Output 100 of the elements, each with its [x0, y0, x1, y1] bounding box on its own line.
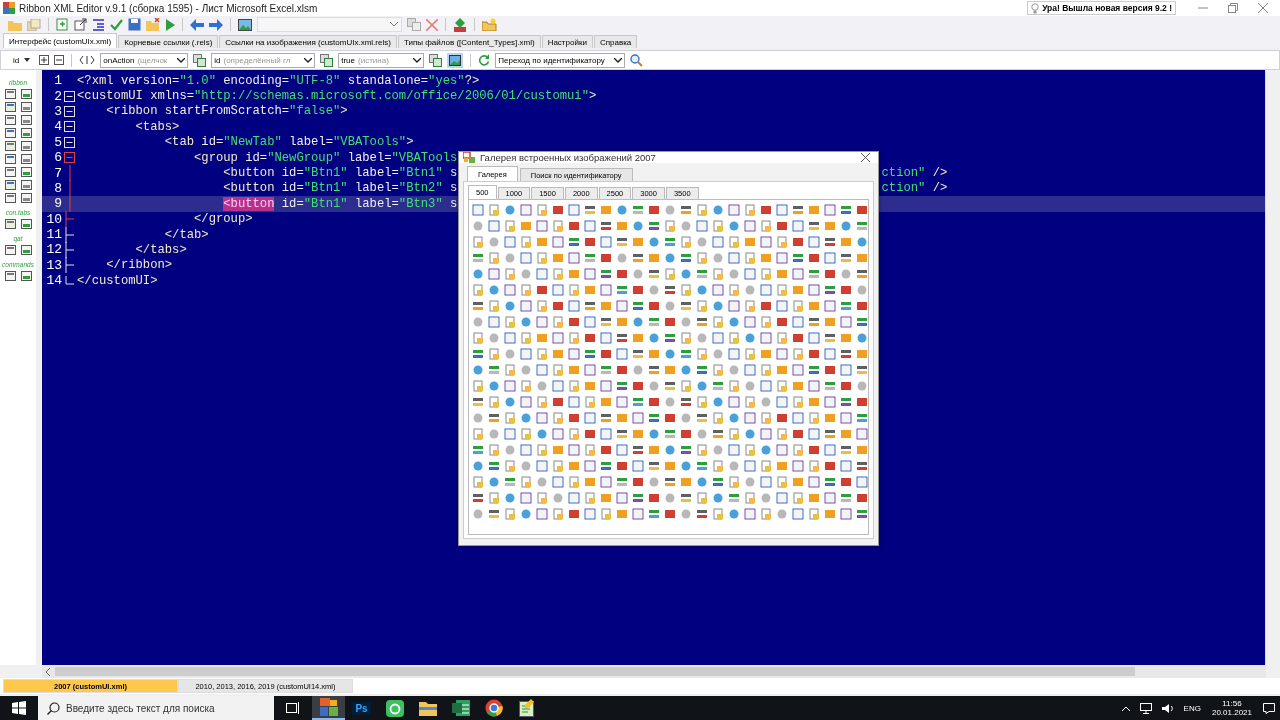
code-line: </tabs> — [134, 243, 187, 257]
spreadsheet-icon — [451, 699, 470, 717]
code-line: </ribbon> — [105, 258, 173, 273]
tab[interactable]: Справка — [593, 35, 638, 48]
back-arrow-icon[interactable] — [190, 18, 204, 31]
element-icon[interactable] — [20, 193, 32, 203]
task-view-icon[interactable] — [286, 701, 300, 715]
notification-icon[interactable] — [1263, 702, 1275, 714]
element-icon[interactable] — [4, 180, 16, 190]
element-icon[interactable] — [4, 219, 16, 229]
windows-start-icon[interactable] — [12, 701, 26, 715]
icon-gallery-drawing[interactable] — [470, 202, 870, 522]
language-indicator[interactable]: ENG — [1183, 703, 1201, 713]
new-file-icon[interactable] — [56, 18, 69, 31]
element-icon[interactable] — [4, 245, 16, 255]
element-icon[interactable] — [20, 154, 32, 164]
close-icon[interactable] — [1258, 3, 1268, 13]
indent-icon[interactable] — [92, 18, 105, 31]
play-icon[interactable] — [165, 18, 175, 31]
speaker-icon[interactable] — [1161, 702, 1174, 714]
element-icon[interactable] — [4, 89, 16, 99]
code-line: ction" /> — [881, 181, 948, 196]
element-icon[interactable] — [20, 141, 32, 151]
taskbar-app[interactable]: Ps — [345, 696, 378, 720]
element-icon[interactable] — [4, 141, 16, 151]
folder-close-icon[interactable] — [146, 18, 160, 31]
scrollbar-thumb[interactable] — [55, 667, 1135, 676]
element-icon[interactable] — [20, 180, 32, 190]
line-number: 11 — [45, 227, 62, 243]
navigation-dropdown[interactable]: Переход по идентификатору — [495, 52, 626, 68]
code-line: <button id="Btn1" label="Btn1" s — [222, 166, 458, 181]
element-icon[interactable] — [4, 167, 16, 177]
mode-dropdown[interactable]: id — [9, 55, 35, 65]
element-icon[interactable] — [4, 115, 16, 125]
element-icon[interactable] — [20, 167, 32, 177]
code-line: <tabs> — [134, 119, 180, 134]
expand-icon[interactable] — [39, 55, 50, 65]
insert-icon[interactable] — [429, 53, 443, 67]
collapse-icon[interactable] — [54, 55, 65, 65]
picture-toggle-icon[interactable] — [447, 52, 464, 68]
element-icon[interactable] — [4, 102, 16, 112]
app-logo: Ps — [352, 701, 371, 715]
insert-icon[interactable] — [193, 53, 207, 67]
clock-time[interactable]: 11:56 — [1222, 699, 1242, 708]
search-field[interactable]: Введите здесь текст для поиска — [38, 696, 274, 720]
line-number: 12 — [45, 242, 62, 258]
line-number: 5 — [53, 134, 62, 150]
tab[interactable]: Интерфейс (customUIx.xml) — [3, 33, 118, 48]
attribute-dropdown[interactable]: onAction (щелчок — [100, 52, 189, 68]
tab[interactable]: Типы файлов ([Content_Types].xml) — [397, 35, 541, 48]
tab[interactable]: Корневые ссылки (.rels) — [118, 35, 219, 48]
image-icon[interactable] — [238, 18, 252, 31]
element-icon[interactable] — [20, 219, 32, 229]
code-line: </customUI> — [77, 273, 158, 288]
code-line: <ribbon startFromScratch="false"> — [105, 104, 348, 119]
save-icon[interactable] — [128, 18, 141, 31]
update-notice[interactable]: Ура! Вышла новая версия 9.2 ! — [1027, 1, 1176, 15]
vba-icon[interactable] — [453, 17, 467, 32]
code-line: <button id="Btn1" label="Btn3" s — [222, 196, 458, 211]
fold-toggle-icon[interactable] — [64, 152, 75, 164]
chevron-up-icon[interactable] — [1121, 705, 1130, 711]
element-icon[interactable] — [4, 128, 16, 138]
element-icon[interactable] — [20, 128, 32, 138]
maximize-icon[interactable] — [1228, 3, 1238, 13]
code-tag-icon[interactable] — [79, 55, 96, 65]
network-icon[interactable] — [1139, 702, 1152, 714]
folder-icon — [418, 700, 437, 716]
insert-icon[interactable] — [320, 53, 334, 67]
tab[interactable]: Ссылки на изображения (customUIx.xml.rels) — [219, 35, 397, 48]
element-icon[interactable] — [20, 89, 32, 99]
code-line: <button id="Btn1" label="Btn2" s — [222, 181, 458, 196]
line-number: 14 — [45, 273, 62, 289]
clock-date[interactable]: 20.01.2021 — [1211, 708, 1252, 717]
scroll-left-icon[interactable] — [46, 667, 51, 676]
close-icon[interactable] — [861, 153, 870, 162]
attribute-dropdown[interactable]: id (определённый гл — [211, 52, 316, 68]
checkmark-icon[interactable] — [110, 18, 123, 31]
code-line: ction" /> — [881, 166, 948, 181]
element-icon[interactable] — [20, 245, 32, 255]
element-icon[interactable] — [20, 271, 32, 281]
search-icon[interactable] — [630, 53, 644, 67]
caret-icon — [413, 57, 422, 63]
code-line: <group id="NewGroup" label="VBATools — [193, 150, 458, 165]
line-number: 3 — [53, 103, 62, 119]
line-number: 4 — [53, 119, 62, 135]
element-icon[interactable] — [20, 115, 32, 125]
line-number: 6 — [53, 150, 62, 166]
element-icon[interactable] — [4, 271, 16, 281]
horizontal-scrollbar[interactable] — [42, 665, 1266, 678]
element-icon[interactable] — [20, 102, 32, 112]
refresh-icon[interactable] — [478, 54, 491, 66]
export-icon[interactable] — [74, 18, 87, 31]
line-number: 10 — [45, 211, 62, 227]
folder-star-icon[interactable] — [482, 18, 497, 31]
attribute-dropdown[interactable]: true (истина) — [338, 52, 425, 68]
element-icon[interactable] — [4, 193, 16, 203]
code-line: </tab> — [163, 227, 209, 242]
forward-arrow-icon[interactable] — [209, 18, 223, 31]
element-icon[interactable] — [4, 154, 16, 164]
tab[interactable]: Настройки — [541, 35, 593, 48]
